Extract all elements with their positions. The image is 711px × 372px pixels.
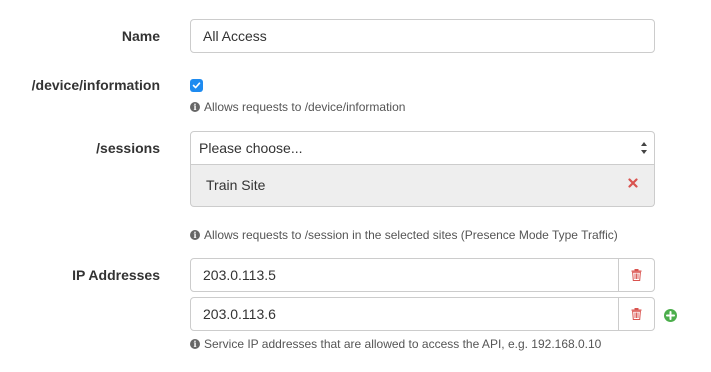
- remove-ip-button[interactable]: [618, 297, 655, 331]
- info-circle-icon: i: [190, 102, 200, 112]
- device-information-checkbox[interactable]: [190, 79, 203, 92]
- ip-addresses-help-text: Service IP addresses that are allowed to…: [204, 337, 602, 351]
- sessions-select-placeholder: Please choose...: [199, 140, 303, 156]
- info-circle-icon: i: [190, 339, 200, 349]
- trash-icon: [631, 308, 642, 320]
- ip-address-input[interactable]: 203.0.113.6: [190, 297, 619, 331]
- trash-icon: [631, 269, 642, 281]
- remove-ip-button[interactable]: [618, 258, 655, 292]
- name-label: Name: [121, 28, 160, 44]
- sessions-help: i Allows requests to /session in the sel…: [190, 228, 618, 242]
- add-ip-button[interactable]: [664, 309, 677, 322]
- sessions-label: /sessions: [96, 140, 160, 156]
- info-circle-icon: i: [190, 230, 200, 240]
- sort-icon: [641, 142, 647, 154]
- sessions-selected-list: Train Site: [190, 165, 655, 207]
- device-information-help: i Allows requests to /device/information: [190, 100, 405, 114]
- sessions-help-text: Allows requests to /session in the selec…: [204, 228, 618, 242]
- checkmark-icon: [192, 82, 201, 89]
- ip-address-row: 203.0.113.6: [190, 297, 655, 331]
- times-icon[interactable]: [628, 178, 638, 188]
- ip-address-row: 203.0.113.5: [190, 258, 655, 292]
- ip-addresses-help: i Service IP addresses that are allowed …: [190, 337, 601, 351]
- device-information-label: /device/information: [31, 77, 160, 93]
- name-input[interactable]: All Access: [190, 19, 655, 53]
- ip-address-input[interactable]: 203.0.113.5: [190, 258, 619, 292]
- sessions-select[interactable]: Please choose...: [190, 131, 655, 165]
- selected-site-label: Train Site: [206, 177, 266, 193]
- plus-circle-icon: [666, 311, 675, 320]
- device-information-help-text: Allows requests to /device/information: [204, 100, 406, 114]
- ip-addresses-label: IP Addresses: [72, 267, 160, 283]
